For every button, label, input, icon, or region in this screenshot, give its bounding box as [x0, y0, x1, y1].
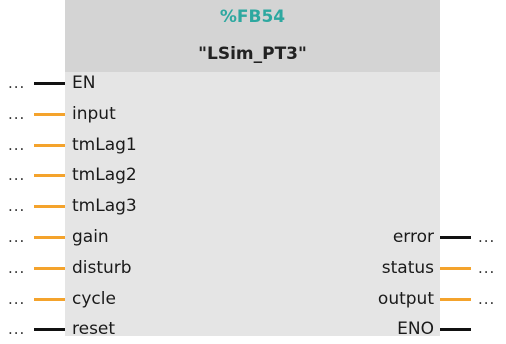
input-connection-placeholder[interactable]: ... [8, 253, 25, 283]
input-connection-placeholder[interactable]: ... [8, 99, 25, 129]
input-wire [34, 174, 65, 178]
output-wire [440, 328, 471, 332]
input-wire [34, 112, 65, 116]
input-pin-cycle[interactable]: ... cycle [0, 284, 200, 314]
output-pin-label: ENO [397, 319, 434, 340]
input-pin-label: input [72, 103, 116, 124]
input-pin-label: tmLag1 [72, 134, 137, 155]
input-connection-placeholder[interactable]: ... [8, 314, 25, 344]
output-connection-placeholder[interactable]: ... [478, 253, 495, 283]
input-pin-tmlag1[interactable]: ... tmLag1 [0, 130, 200, 160]
block-name[interactable]: "LSim_PT3" [65, 44, 440, 64]
input-pin-label: disturb [72, 257, 132, 278]
block-header: %FB54 "LSim_PT3" [65, 0, 440, 72]
input-connection-placeholder[interactable]: ... [8, 68, 25, 98]
input-wire [34, 328, 65, 332]
output-pin-output[interactable]: output... [300, 284, 506, 314]
output-pin-eno[interactable]: ENO [300, 314, 506, 344]
output-connection-placeholder[interactable]: ... [478, 222, 495, 252]
input-pin-label: tmLag2 [72, 165, 137, 186]
input-connection-placeholder[interactable]: ... [8, 284, 25, 314]
output-pin-label: status [381, 257, 434, 278]
input-wire [34, 236, 65, 239]
input-wire [34, 205, 65, 209]
input-pin-label: EN [72, 73, 96, 93]
input-pin-disturb[interactable]: ... disturb [0, 253, 200, 283]
input-connection-placeholder[interactable]: ... [8, 160, 25, 190]
input-connection-placeholder[interactable]: ... [8, 130, 25, 160]
input-pin-label: cycle [72, 288, 116, 309]
input-pin-input[interactable]: ... input [0, 99, 200, 129]
output-pin-error[interactable]: error... [300, 222, 506, 252]
input-pin-label: reset [72, 319, 116, 340]
output-connection-placeholder[interactable]: ... [478, 284, 495, 314]
output-pin-label: output [377, 288, 434, 309]
instance-number[interactable]: %FB54 [65, 7, 440, 27]
input-pin-label: tmLag3 [72, 196, 137, 217]
input-pin-tmlag3[interactable]: ... tmLag3 [0, 191, 200, 221]
output-wire [440, 236, 471, 239]
input-pin-tmlag2[interactable]: ... tmLag2 [0, 160, 200, 190]
input-wire [34, 82, 65, 85]
input-wire [34, 297, 65, 301]
output-wire [440, 266, 471, 270]
input-pin-gain[interactable]: ... gain [0, 222, 200, 252]
input-connection-placeholder[interactable]: ... [8, 191, 25, 221]
input-wire [34, 143, 65, 147]
input-connection-placeholder[interactable]: ... [8, 222, 25, 252]
output-pin-status[interactable]: status... [300, 253, 506, 283]
input-pin-label: gain [72, 227, 109, 247]
output-wire [440, 297, 471, 301]
output-pin-label: error [392, 227, 434, 247]
input-pin-reset[interactable]: ... reset [0, 314, 200, 344]
input-wire [34, 266, 65, 270]
input-pin-en[interactable]: ... EN [0, 68, 200, 98]
